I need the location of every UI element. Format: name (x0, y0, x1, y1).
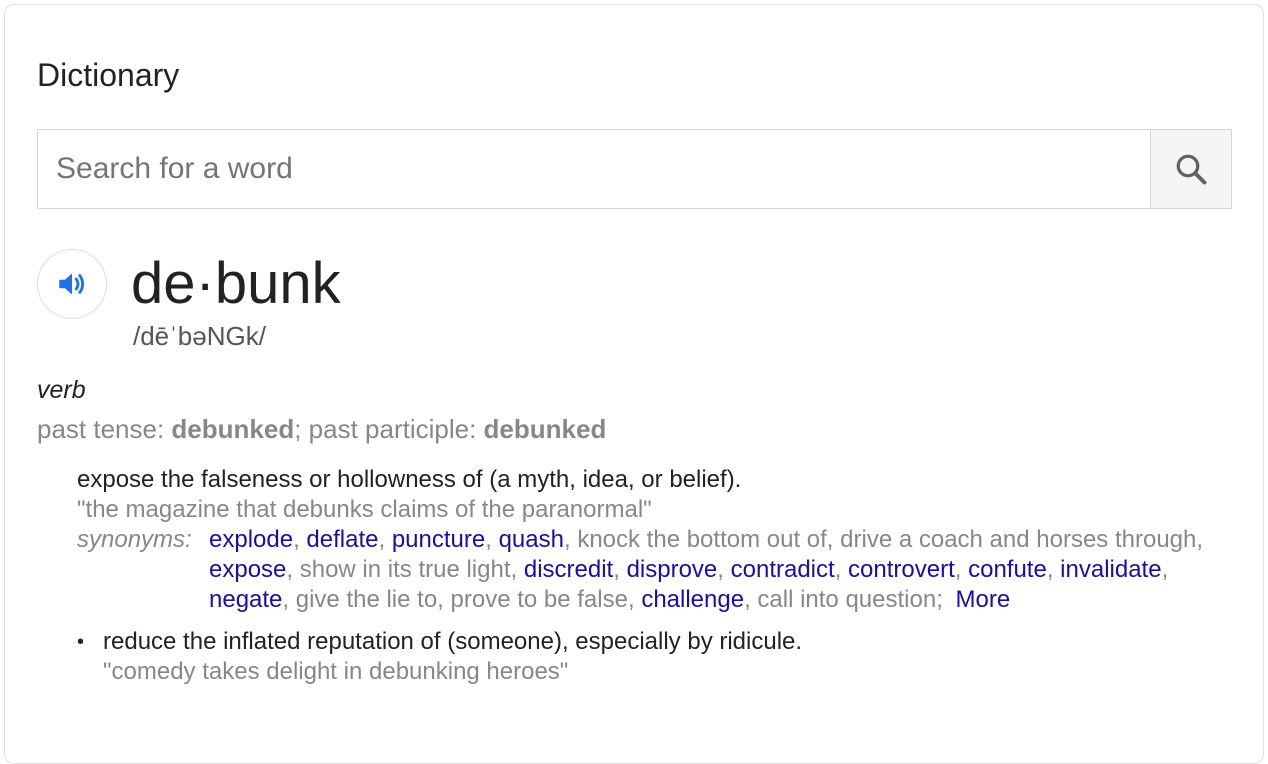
more-synonyms-link[interactable]: More (956, 586, 1011, 613)
pronunciation-audio-button[interactable] (37, 249, 107, 319)
sense-1: expose the falseness or hollowness of (a… (77, 465, 1247, 615)
synonym-separator: , (1046, 556, 1061, 583)
example-text: "the magazine that debunks claims of the… (77, 496, 652, 523)
synonym-text: show in its true light (299, 556, 511, 583)
synonym-separator: , (1196, 526, 1204, 553)
synonym-link[interactable]: invalidate (1060, 556, 1161, 583)
synonym-link[interactable]: explode (209, 526, 293, 553)
synonym-link[interactable]: deflate (306, 526, 378, 553)
synonym-separator: , (744, 586, 758, 613)
synonym-separator: , (717, 556, 731, 583)
pronunciation: /dēˈbəNGk/ (133, 321, 266, 351)
search-input[interactable] (38, 130, 1150, 208)
synonym-separator: , (485, 526, 499, 553)
card-title: Dictionary (37, 57, 180, 93)
synonym-text: call into question (757, 586, 937, 613)
synonym-separator: , (1161, 556, 1169, 583)
part-of-speech: verb (37, 376, 86, 404)
synonym-separator: , (834, 556, 849, 583)
synonym-separator: , (563, 526, 578, 553)
synonym-separator: , (437, 586, 451, 613)
synonym-separator: , (510, 556, 524, 583)
synonym-link[interactable]: puncture (392, 526, 485, 553)
example-text: "comedy takes delight in debunking heroe… (103, 658, 569, 685)
sense-2: • reduce the inflated reputation of (som… (77, 627, 1247, 687)
synonym-link[interactable]: challenge (641, 586, 744, 613)
past-tense-label: past tense: (37, 414, 172, 444)
synonym-separator: , (282, 586, 296, 613)
synonyms-row: synonyms: explode, deflate, puncture, qu… (77, 525, 1247, 615)
past-tense-value: debunked (171, 414, 295, 444)
synonyms-list: explode, deflate, puncture, quash, knock… (209, 525, 1247, 615)
bullet: • (77, 631, 85, 653)
synonym-text: drive a coach and horses through (840, 526, 1197, 553)
past-participle-label: past participle: (308, 414, 484, 444)
synonym-link[interactable]: confute (968, 556, 1047, 583)
search-icon (1176, 154, 1207, 185)
synonym-separator: , (293, 526, 307, 553)
synonym-separator: , (826, 526, 841, 553)
synonym-link[interactable]: contradict (731, 556, 835, 583)
synonym-link[interactable]: discredit (524, 556, 613, 583)
tense-separator: ; (294, 414, 309, 444)
synonym-link[interactable]: negate (209, 586, 282, 613)
tense-forms: past tense: debunked; past participle: d… (37, 414, 606, 444)
definition-text: reduce the inflated reputation of (someo… (103, 628, 803, 655)
synonym-separator: ; (936, 586, 943, 613)
synonym-separator: , (378, 526, 392, 553)
synonym-link[interactable]: disprove (627, 556, 718, 583)
synonym-separator: , (286, 556, 300, 583)
speaker-icon (59, 273, 85, 295)
synonym-text: prove to be false (450, 586, 628, 613)
synonym-separator: , (613, 556, 627, 583)
definition-text: expose the falseness or hollowness of (a… (77, 466, 742, 493)
headword: de·bunk (131, 251, 341, 316)
synonym-text: knock the bottom out of (577, 526, 827, 553)
synonym-link[interactable]: quash (499, 526, 564, 553)
synonym-text: give the lie to (295, 586, 438, 613)
past-participle-value: debunked (483, 414, 607, 444)
synonym-link[interactable]: expose (209, 556, 286, 583)
search-button[interactable] (1150, 130, 1231, 208)
dictionary-card: Dictionary de·bunk /dēˈbəNGk/ verb past … (4, 4, 1264, 764)
synonyms-label: synonyms: (77, 526, 192, 553)
search-box (37, 129, 1232, 209)
synonym-link[interactable]: controvert (848, 556, 955, 583)
synonym-separator: , (627, 586, 642, 613)
synonym-separator: , (954, 556, 969, 583)
